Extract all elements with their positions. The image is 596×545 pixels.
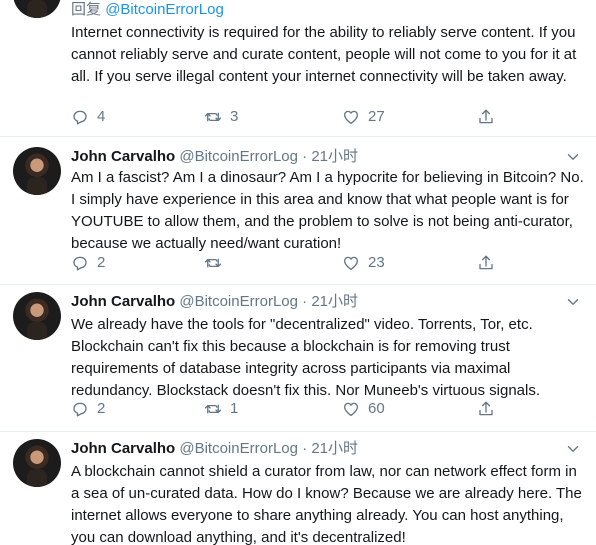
user-handle[interactable]: @BitcoinErrorLog bbox=[179, 148, 298, 165]
heart-icon bbox=[343, 402, 359, 417]
heart-icon bbox=[343, 256, 359, 271]
like-count: 23 bbox=[368, 254, 385, 271]
separator-dot: · bbox=[302, 148, 308, 165]
reply-context: 回复 @BitcoinErrorLog bbox=[71, 0, 224, 20]
like-count: 27 bbox=[368, 108, 385, 125]
tweet-actions: 4 3 27 bbox=[71, 107, 511, 127]
tweet-3[interactable]: John Carvalho @BitcoinErrorLog · 21小时 We… bbox=[0, 285, 596, 432]
share-button[interactable] bbox=[477, 107, 495, 127]
tweet-4[interactable]: John Carvalho @BitcoinErrorLog · 21小时 A … bbox=[0, 432, 596, 545]
user-handle[interactable]: @BitcoinErrorLog bbox=[179, 293, 298, 310]
avatar[interactable] bbox=[13, 292, 61, 340]
retweet-button[interactable] bbox=[204, 253, 230, 273]
tweet-header: John Carvalho @BitcoinErrorLog · 21小时 bbox=[71, 147, 358, 167]
retweet-icon bbox=[204, 112, 222, 122]
share-button[interactable] bbox=[477, 399, 495, 419]
user-handle[interactable]: @BitcoinErrorLog bbox=[179, 440, 298, 457]
retweet-icon bbox=[204, 404, 222, 414]
tweet-header: John Carvalho @BitcoinErrorLog · 21小时 bbox=[71, 292, 358, 312]
tweet-2[interactable]: John Carvalho @BitcoinErrorLog · 21小时 Am… bbox=[0, 137, 596, 285]
retweet-button[interactable]: 1 bbox=[204, 399, 238, 419]
user-name[interactable]: John Carvalho bbox=[71, 148, 175, 165]
chevron-down-icon[interactable] bbox=[564, 148, 582, 166]
user-name[interactable]: John Carvalho bbox=[71, 293, 175, 310]
tweet-time[interactable]: 21小时 bbox=[311, 293, 358, 310]
retweet-button[interactable]: 3 bbox=[204, 107, 238, 127]
like-button[interactable]: 27 bbox=[342, 107, 385, 127]
avatar[interactable] bbox=[13, 147, 61, 195]
separator-dot: · bbox=[302, 293, 308, 310]
share-button[interactable] bbox=[477, 253, 495, 273]
tweet-time[interactable]: 21小时 bbox=[311, 148, 358, 165]
tweet-time[interactable]: 21小时 bbox=[311, 440, 358, 457]
chevron-down-icon[interactable] bbox=[564, 293, 582, 311]
reply-count: 2 bbox=[97, 400, 106, 417]
tweet-header: John Carvalho @BitcoinErrorLog · 21小时 bbox=[71, 439, 358, 459]
tweet-text: We already have the tools for "decentral… bbox=[71, 316, 541, 399]
tweet-text: Am I a fascist? Am I a dinosaur? Am I a … bbox=[71, 169, 584, 252]
share-icon bbox=[479, 109, 493, 124]
share-icon bbox=[479, 255, 493, 270]
retweet-icon bbox=[204, 258, 222, 268]
reply-button[interactable]: 4 bbox=[71, 107, 105, 127]
tweet-actions: 2 23 bbox=[71, 253, 511, 273]
reply-button[interactable]: 2 bbox=[71, 399, 105, 419]
like-count: 60 bbox=[368, 400, 385, 417]
like-button[interactable]: 60 bbox=[342, 399, 385, 419]
tweet-text: A blockchain cannot shield a curator fro… bbox=[71, 463, 582, 545]
heart-icon bbox=[343, 110, 359, 125]
separator-dot: · bbox=[302, 440, 308, 457]
reply-icon bbox=[73, 110, 87, 125]
retweet-count: 1 bbox=[230, 400, 239, 417]
user-name[interactable]: John Carvalho bbox=[71, 440, 175, 457]
reply-count: 4 bbox=[97, 108, 106, 125]
tweet-1[interactable]: 回复 @BitcoinErrorLog Internet connectivit… bbox=[0, 0, 596, 137]
avatar[interactable] bbox=[13, 0, 61, 18]
reply-count: 2 bbox=[97, 254, 106, 271]
reply-icon bbox=[73, 402, 87, 417]
reply-mention-link[interactable]: @BitcoinErrorLog bbox=[105, 1, 224, 18]
retweet-count: 3 bbox=[230, 108, 239, 125]
like-button[interactable]: 23 bbox=[342, 253, 385, 273]
chevron-down-icon[interactable] bbox=[564, 440, 582, 458]
share-icon bbox=[479, 401, 493, 416]
reply-button[interactable]: 2 bbox=[71, 253, 105, 273]
reply-icon bbox=[73, 256, 87, 271]
tweet-actions: 2 1 60 bbox=[71, 399, 511, 419]
reply-prefix: 回复 bbox=[71, 1, 102, 18]
avatar[interactable] bbox=[13, 439, 61, 487]
tweet-text: Internet connectivity is required for th… bbox=[71, 24, 577, 85]
